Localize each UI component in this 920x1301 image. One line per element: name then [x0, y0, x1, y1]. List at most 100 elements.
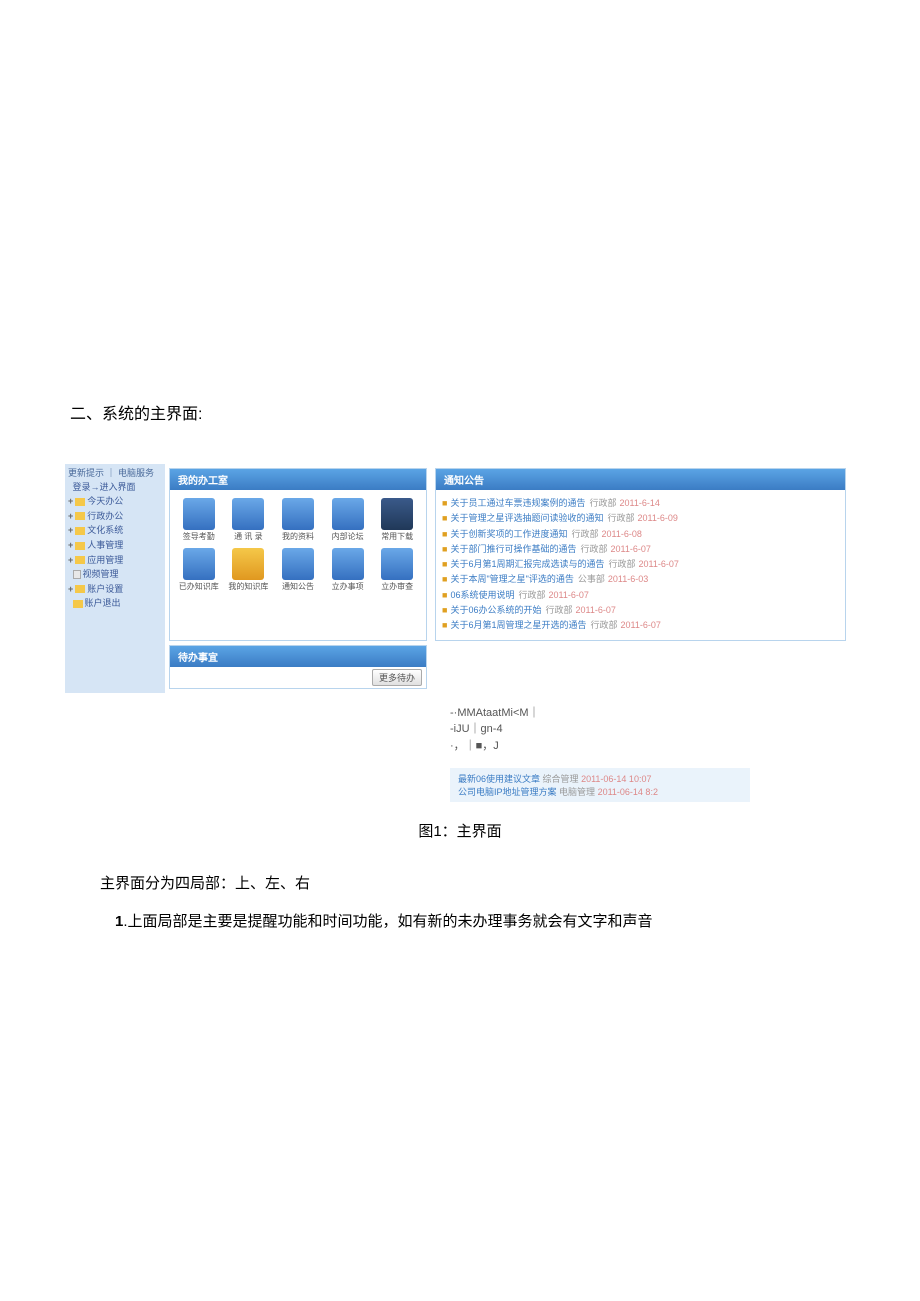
app-icon-image: [282, 548, 314, 580]
folder-icon: [75, 512, 85, 520]
app-icon-label: 我的资料: [275, 532, 321, 542]
app-icon-image: [332, 548, 364, 580]
notice-item-4[interactable]: ■关于6月第1周期汇报完成选读与的通告行政部2011-6-07: [442, 557, 839, 572]
stray-line-1: -·MMAtaatMi<M｜: [450, 705, 850, 722]
sidebar-item-label: 账户设置: [87, 584, 123, 594]
stray-item-0[interactable]: 最新06使用建议文章 综合管理 2011-06-14 10:07: [458, 772, 742, 785]
notice-title: 关于6月第1周期汇报完成选读与的通告: [450, 559, 604, 569]
app-icon-image: [282, 498, 314, 530]
notice-item-8[interactable]: ■关于6月第1周管理之星开选的通告行政部2011-6-07: [442, 618, 839, 633]
app-icon-1[interactable]: 通 讯 录: [226, 496, 272, 542]
notice-title: 关于管理之星评选抽题问读验收的通知: [450, 513, 603, 523]
app-icon-label: 立办审查: [374, 582, 420, 592]
sidebar-item-3[interactable]: +文化系统: [68, 523, 162, 538]
app-icon-image: [232, 498, 264, 530]
more-pending-button[interactable]: 更多待办: [372, 669, 422, 686]
notice-title: 关于本周"管理之星"评选的通告: [450, 574, 573, 584]
app-icon-6[interactable]: 我的知识库: [226, 546, 272, 592]
notice-author: 行政部: [607, 513, 634, 523]
notice-author: 行政部: [518, 590, 545, 600]
app-icon-3[interactable]: 内部论坛: [325, 496, 371, 542]
sidebar-item-label: 登录→进入界面: [73, 482, 136, 492]
app-icon-2[interactable]: 我的资料: [275, 496, 321, 542]
body-paragraph-2: 1.上面局部是主要是提醒功能和时间功能，如有新的未办理事务就会有文字和声音: [70, 907, 850, 937]
folder-icon: [73, 600, 83, 608]
body-paragraph-1: 主界面分为四局部：上、左、右: [70, 869, 850, 899]
sidebar-item-6[interactable]: 视频管理: [68, 567, 162, 582]
sidebar-item-label: 视频管理: [83, 569, 119, 579]
app-icon-4[interactable]: 常用下载: [374, 496, 420, 542]
notice-title: 关于部门推行可操作基础的通告: [450, 544, 576, 554]
notice-date: 2011-6-07: [610, 544, 650, 554]
app-icon-label: 已办知识库: [176, 582, 222, 592]
section-title: 二、系统的主界面:: [70, 400, 850, 424]
notice-author: 行政部: [608, 559, 635, 569]
notice-title: 关于创新奖项的工作进度通知: [450, 529, 567, 539]
sidebar-item-4[interactable]: +人事管理: [68, 538, 162, 553]
app-icon-label: 立办事项: [325, 582, 371, 592]
screenshot-container: 更新提示 ｜ 电脑服务 登录→进入界面+今天办公+行政办公+文化系统+人事管理+…: [65, 464, 850, 693]
app-icon-8[interactable]: 立办事项: [325, 546, 371, 592]
app-icon-image: [332, 498, 364, 530]
app-icon-0[interactable]: 签导考勤: [176, 496, 222, 542]
app-icon-image: [183, 548, 215, 580]
notice-header: 通知公告: [436, 469, 845, 490]
notice-item-0[interactable]: ■关于员工通过车票违规案例的通告行政部2011-6-14: [442, 496, 839, 511]
notice-item-2[interactable]: ■关于创新奖项的工作进度通知行政部2011-6-08: [442, 527, 839, 542]
app-icon-9[interactable]: 立办审查: [374, 546, 420, 592]
sidebar-item-label: 今天办公: [87, 496, 123, 506]
stray-list: 最新06使用建议文章 综合管理 2011-06-14 10:07公司电脑IP地址…: [450, 768, 750, 802]
stray-line-2: -iJU｜gn-4: [450, 721, 850, 738]
notice-author: 公事部: [578, 574, 605, 584]
app-icon-7[interactable]: 通知公告: [275, 546, 321, 592]
notice-author: 行政部: [571, 529, 598, 539]
stray-text: -·MMAtaatMi<M｜ -iJU｜gn-4 ·，｜■，J: [450, 705, 850, 755]
notice-title: 关于员工通过车票违规案例的通告: [450, 498, 585, 508]
stray-item-title: 最新06使用建议文章: [458, 774, 540, 784]
sidebar-item-label: 文化系统: [87, 525, 123, 535]
notice-title: 06系统使用说明: [450, 590, 514, 600]
sidebar-item-2[interactable]: +行政办公: [68, 509, 162, 524]
stray-item-title: 公司电脑IP地址管理方案: [458, 787, 557, 797]
pending-header: 待办事宜: [170, 646, 426, 667]
notice-item-5[interactable]: ■关于本周"管理之星"评选的通告公事部2011-6-03: [442, 572, 839, 587]
notice-date: 2011-6-14: [619, 498, 659, 508]
stray-item-date: 2011-06-14 10:07: [581, 774, 651, 784]
stray-line-3: ·，｜■，J: [450, 738, 850, 755]
notice-item-6[interactable]: ■06系统使用说明行政部2011-6-07: [442, 588, 839, 603]
notice-date: 2011-6-03: [608, 574, 648, 584]
notice-author: 行政部: [590, 620, 617, 630]
sidebar-item-label: 人事管理: [87, 540, 123, 550]
notice-date: 2011-6-07: [575, 605, 615, 615]
notice-title: 关于06办公系统的开始: [450, 605, 541, 615]
notice-title: 关于6月第1周管理之星开选的通告: [450, 620, 586, 630]
notice-item-7[interactable]: ■关于06办公系统的开始行政部2011-6-07: [442, 603, 839, 618]
sidebar-item-1[interactable]: +今天办公: [68, 494, 162, 509]
folder-icon: [75, 556, 85, 564]
stray-item-author: 综合管理: [543, 774, 579, 784]
sidebar-item-8[interactable]: 账户退出: [68, 596, 162, 611]
folder-icon: [75, 542, 85, 550]
stray-item-author: 电脑管理: [559, 787, 595, 797]
figure-caption: 图1：主界面: [70, 820, 850, 841]
sidebar-item-label: 账户退出: [85, 598, 121, 608]
notice-panel: 通知公告 ■关于员工通过车票违规案例的通告行政部2011-6-14■关于管理之星…: [435, 468, 846, 641]
app-icon-label: 签导考勤: [176, 532, 222, 542]
sidebar-item-7[interactable]: +账户设置: [68, 582, 162, 597]
sidebar-item-0[interactable]: 登录→进入界面: [68, 480, 162, 495]
sidebar-top-links: 更新提示 ｜ 电脑服务: [68, 467, 162, 480]
sidebar-item-5[interactable]: +应用管理: [68, 553, 162, 568]
folder-icon: [75, 585, 85, 593]
app-icon-image: [381, 548, 413, 580]
sidebar-item-label: 行政办公: [87, 511, 123, 521]
app-icon-label: 内部论坛: [325, 532, 371, 542]
folder-icon: [75, 527, 85, 535]
notice-item-1[interactable]: ■关于管理之星评选抽题问读验收的通知行政部2011-6-09: [442, 511, 839, 526]
workspace-header: 我的办工室: [170, 469, 426, 490]
stray-item-1[interactable]: 公司电脑IP地址管理方案 电脑管理 2011-06-14 8:2: [458, 785, 742, 798]
pending-panel: 待办事宜 更多待办: [169, 645, 427, 689]
app-icon-5[interactable]: 已办知识库: [176, 546, 222, 592]
notice-author: 行政部: [545, 605, 572, 615]
notice-author: 行政部: [580, 544, 607, 554]
notice-item-3[interactable]: ■关于部门推行可操作基础的通告行政部2011-6-07: [442, 542, 839, 557]
